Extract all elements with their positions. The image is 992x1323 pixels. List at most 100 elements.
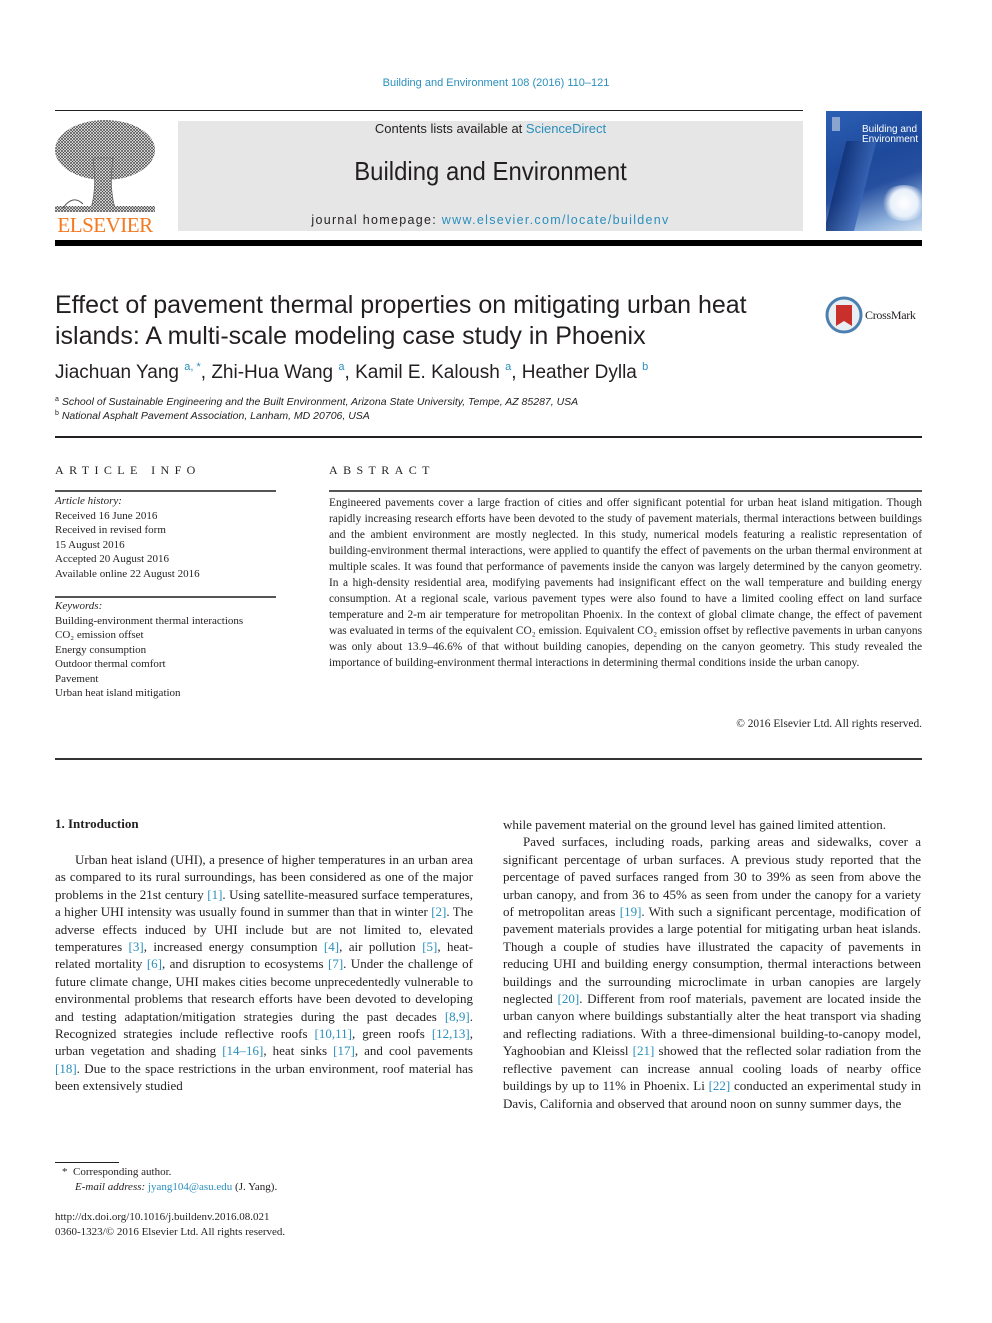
author-name: Heather Dylla: [521, 362, 637, 383]
affiliation-text: School of Sustainable Engineering and th…: [61, 396, 579, 408]
citation-link[interactable]: [4]: [324, 939, 339, 954]
section-heading-introduction: 1. Introduction: [55, 816, 139, 831]
article-title: Effect of pavement thermal properties on…: [55, 291, 747, 350]
crossmark-button[interactable]: CrossMark: [825, 296, 925, 336]
doi-link[interactable]: http://dx.doi.org/10.1016/j.buildenv.201…: [55, 1211, 270, 1223]
article-info-heading: ARTICLE INFO: [55, 463, 201, 477]
paragraph-text: , and disruption to ecosystems: [161, 956, 328, 972]
abstract-heading: ABSTRACT: [329, 463, 435, 477]
keyword-item: Building-environment thermal interaction…: [55, 614, 244, 627]
history-entry: Received 16 June 2016: [55, 509, 158, 522]
citation-link[interactable]: [22]: [709, 1078, 731, 1093]
author-separator: ,: [200, 362, 212, 383]
author-name: Kamil E. Kaloush: [355, 362, 500, 383]
keyword-item: CO₂ emission offset: [55, 629, 144, 641]
citation-link[interactable]: [18]: [55, 1061, 77, 1076]
author-list: Jiachuan Yang a, *, Zhi-Hua Wang a, Kami…: [55, 361, 648, 384]
history-entry: Received in revised form: [55, 524, 166, 536]
citation-link[interactable]: [8,9]: [445, 1009, 470, 1024]
keyword-item: Outdoor thermal comfort: [55, 658, 166, 670]
affiliation-key: a: [55, 396, 59, 403]
journal-homepage-link[interactable]: www.elsevier.com/locate/buildenv: [442, 213, 670, 227]
crossmark-label: CrossMark: [865, 308, 916, 322]
citation-link[interactable]: [19]: [620, 904, 642, 919]
contents-availability-line: Contents lists available at ScienceDirec…: [178, 121, 803, 136]
citation-link[interactable]: [17]: [333, 1043, 355, 1058]
paragraph-text: , and cool pavements: [354, 1043, 473, 1059]
affiliation-a: a School of Sustainable Engineering and …: [55, 396, 578, 408]
author-affiliation-marker[interactable]: b: [642, 361, 648, 373]
journal-title: Building and Environment: [354, 156, 627, 186]
citation-link[interactable]: [20]: [558, 991, 580, 1006]
intro-paragraph-1: Urban heat island (UHI), a presence of h…: [55, 851, 473, 1095]
sciencedirect-link[interactable]: ScienceDirect: [526, 121, 606, 136]
masthead-top-rule: [55, 110, 803, 111]
email-label: E-mail address:: [75, 1181, 148, 1193]
author-name: Jiachuan Yang: [55, 362, 179, 383]
paragraph-text: , air pollution: [339, 939, 423, 955]
history-entry: Accepted 20 August 2016: [55, 553, 169, 565]
citation-link[interactable]: [2]: [431, 904, 446, 919]
contents-prefix: Contents lists available at: [374, 121, 526, 136]
cover-elsevier-badge: [832, 117, 840, 131]
email-link[interactable]: jyang104@asu.edu: [148, 1181, 232, 1193]
cover-title: Building and Environment: [862, 125, 918, 145]
keywords-rule: [55, 596, 276, 598]
issn-copyright-line: 0360-1323/© 2016 Elsevier Ltd. All right…: [55, 1226, 286, 1238]
paragraph-text: , green roofs: [351, 1026, 432, 1042]
citation-link[interactable]: [3]: [129, 939, 144, 954]
affiliation-key: b: [55, 410, 59, 417]
abstract-rule: [329, 490, 922, 492]
article-history: Article history: Received 16 June 2016 R…: [55, 494, 200, 581]
paragraph-text: . Due to the space restrictions in the u…: [55, 1060, 473, 1094]
keyword-item: Energy consumption: [55, 643, 147, 656]
keyword-item: Pavement: [55, 672, 99, 685]
citation-link[interactable]: [7]: [328, 956, 343, 971]
citation-link[interactable]: [6]: [147, 956, 162, 971]
elsevier-wordmark: ELSEVIER: [57, 213, 153, 237]
author-separator: ,: [344, 362, 356, 383]
elsevier-logo[interactable]: ELSEVIER: [53, 118, 157, 236]
journal-cover-thumbnail[interactable]: Building and Environment: [826, 111, 922, 231]
email-footnote: E-mail address: jyang104@asu.edu (J. Yan…: [75, 1181, 277, 1193]
citation-link[interactable]: [5]: [422, 939, 437, 954]
running-head-citation[interactable]: Building and Environment 108 (2016) 110–…: [0, 77, 992, 89]
paragraph-text: , heat sinks: [263, 1043, 334, 1059]
homepage-prefix: journal homepage:: [311, 213, 442, 227]
citation-link[interactable]: [14–16]: [222, 1043, 263, 1058]
asterisk-marker: *: [62, 1166, 68, 1178]
citation-link[interactable]: [10,11]: [315, 1026, 352, 1041]
cover-cloud-image: [880, 185, 922, 221]
citation-link[interactable]: [21]: [633, 1043, 655, 1058]
keywords-label: Keywords:: [55, 600, 103, 612]
elsevier-tree-icon: [55, 120, 155, 212]
intro-paragraph-1-continued: while pavement material on the ground le…: [503, 817, 887, 832]
citation-link[interactable]: [1]: [207, 887, 222, 902]
body-column-right: while pavement material on the ground le…: [503, 816, 921, 1112]
title-block-rule: [55, 436, 922, 438]
affiliation-text: National Asphalt Pavement Association, L…: [61, 410, 370, 422]
body-column-left: Urban heat island (UHI), a presence of h…: [55, 851, 473, 1095]
author-affiliation-marker[interactable]: a, *: [184, 361, 201, 373]
author-separator: ,: [511, 362, 522, 383]
author-name: Zhi-Hua Wang: [211, 362, 334, 383]
citation-link[interactable]: [12,13]: [432, 1026, 470, 1041]
keyword-item: Urban heat island mitigation: [55, 687, 181, 699]
history-entry: Available online 22 August 2016: [55, 567, 200, 580]
paragraph-text: , increased energy consumption: [143, 939, 324, 955]
abstract-text: Engineered pavements cover a large fract…: [329, 497, 922, 669]
corresponding-author-text: Corresponding author.: [73, 1166, 172, 1178]
article-history-label: Article history:: [55, 495, 122, 507]
journal-homepage-line: journal homepage: www.elsevier.com/locat…: [178, 213, 803, 227]
abstract-bottom-rule: [55, 758, 922, 760]
crossmark-icon: [825, 296, 863, 334]
intro-paragraph-2: Paved surfaces, including roads, parking…: [503, 833, 921, 1112]
masthead-bottom-rule: [55, 240, 922, 246]
footnote-rule: [55, 1162, 119, 1163]
email-suffix: (J. Yang).: [232, 1181, 278, 1193]
cover-title-line-2: Environment: [862, 134, 919, 145]
cover-building-image: [826, 141, 877, 231]
keywords: Keywords: Building-environment thermal i…: [55, 599, 243, 701]
article-info-rule: [55, 490, 276, 492]
history-entry: 15 August 2016: [55, 538, 125, 551]
